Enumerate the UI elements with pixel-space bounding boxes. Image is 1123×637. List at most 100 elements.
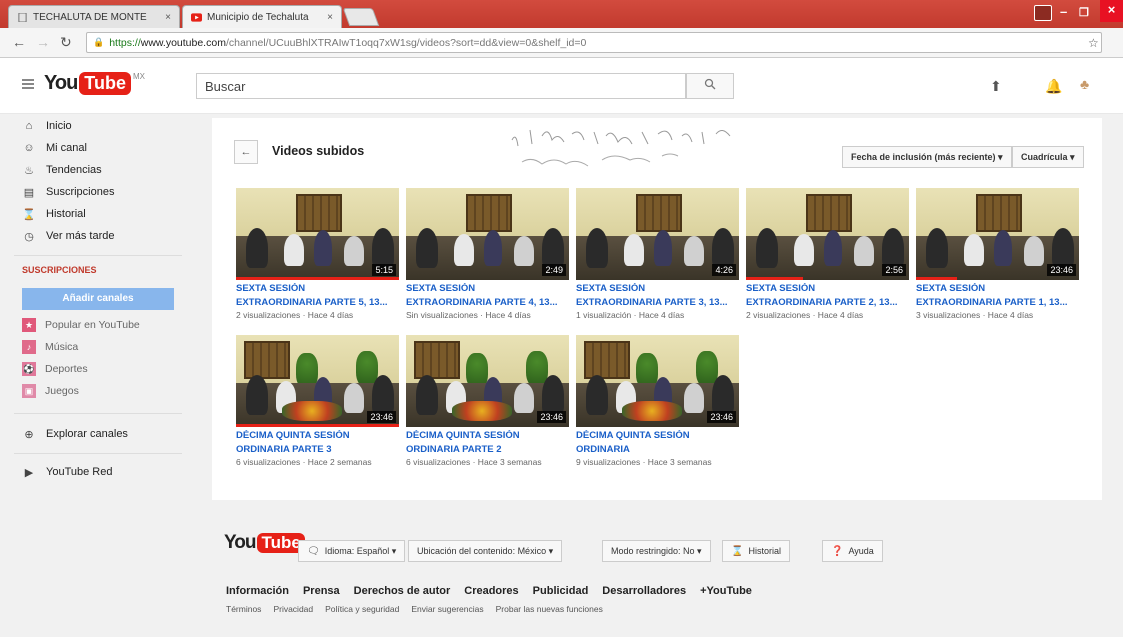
sidebar-divider — [14, 255, 182, 256]
video-title-line1[interactable]: SEXTA SESIÓN — [576, 283, 739, 294]
search-button[interactable] — [686, 73, 734, 99]
video-title-line2[interactable]: EXTRAORDINARIA PARTE 5, 13... — [236, 297, 399, 308]
video-card[interactable]: 23:46 SEXTA SESIÓN EXTRAORDINARIA PARTE … — [916, 188, 1079, 320]
footer-link[interactable]: Prensa — [303, 585, 340, 597]
help-button[interactable]: ❓ Ayuda — [822, 540, 883, 562]
upload-icon[interactable]: ⬆ — [990, 78, 1002, 95]
sidebar-item-suscripciones[interactable]: ▤ Suscripciones — [22, 183, 115, 201]
sidebar-item-ver-mas-tarde[interactable]: ◷ Ver más tarde — [22, 227, 114, 245]
sort-dropdown[interactable]: Fecha de inclusión (más reciente) ▾ — [842, 146, 1012, 168]
video-card[interactable]: 5:15 SEXTA SESIÓN EXTRAORDINARIA PARTE 5… — [236, 188, 399, 320]
restricted-mode-button[interactable]: Modo restringido: No ▾ — [602, 540, 711, 562]
search-icon — [704, 78, 716, 90]
video-title-line1[interactable]: SEXTA SESIÓN — [406, 283, 569, 294]
sidebar-sub-deportes[interactable]: ⚽ Deportes — [22, 360, 88, 378]
video-thumbnail[interactable]: 2:49 — [406, 188, 569, 280]
logo-region: MX — [132, 72, 145, 81]
video-thumbnail[interactable]: 2:56 — [746, 188, 909, 280]
sidebar-item-inicio[interactable]: ⌂ Inicio — [22, 117, 72, 135]
video-thumbnail[interactable]: 23:46 — [236, 335, 399, 427]
sidebar-item-youtube-red[interactable]: ▶ YouTube Red — [22, 463, 113, 481]
browser-tab-bar: TECHALUTA DE MONTE × Municipio de Techal… — [0, 0, 1123, 28]
browser-tab-active[interactable]: Municipio de Techaluta × — [182, 5, 342, 28]
youtube-logo[interactable]: You Tube MX — [44, 72, 145, 95]
menu-icon[interactable] — [22, 79, 34, 89]
sidebar-divider — [14, 413, 182, 414]
footer-youtube-logo[interactable]: You Tube — [224, 532, 305, 554]
view-dropdown[interactable]: Cuadrícula ▾ — [1012, 146, 1084, 168]
location-button[interactable]: Ubicación del contenido: México ▾ — [408, 540, 563, 562]
sidebar-item-mi-canal[interactable]: ☺ Mi canal — [22, 139, 87, 157]
back-arrow-icon[interactable]: ← — [12, 34, 26, 50]
close-window-button[interactable]: × — [1100, 0, 1123, 22]
video-card[interactable]: 2:49 SEXTA SESIÓN EXTRAORDINARIA PARTE 4… — [406, 188, 569, 320]
bookmark-star-icon[interactable]: ☆ — [1088, 36, 1099, 50]
video-card[interactable]: 23:46 DÉCIMA QUINTA SESIÓN ORDINARIA 9 v… — [576, 335, 739, 467]
sidebar-sub-juegos[interactable]: ▣ Juegos — [22, 382, 79, 400]
sidebar-sub-popular[interactable]: ★ Popular en YouTube — [22, 316, 140, 334]
url-field[interactable]: 🔒 https:// www.youtube.com /channel/UCuu… — [86, 32, 1102, 53]
bell-icon[interactable]: 🔔 — [1045, 78, 1062, 95]
video-title-line1[interactable]: SEXTA SESIÓN — [236, 283, 399, 294]
sidebar-item-tendencias[interactable]: ♨ Tendencias — [22, 161, 102, 179]
footer-link-small[interactable]: Política y seguridad — [325, 604, 399, 614]
close-tab-icon[interactable]: × — [165, 12, 171, 23]
footer-secondary-links: Términos Privacidad Política y seguridad… — [226, 604, 615, 614]
video-thumbnail[interactable]: 23:46 — [576, 335, 739, 427]
footer-link[interactable]: Información — [226, 585, 289, 597]
footer-link[interactable]: Desarrolladores — [602, 585, 686, 597]
video-title-line2[interactable]: EXTRAORDINARIA PARTE 1, 13... — [916, 297, 1079, 308]
video-title-line2[interactable]: ORDINARIA PARTE 3 — [236, 444, 399, 455]
footer-link[interactable]: Derechos de autor — [354, 585, 451, 597]
footer-link-small[interactable]: Probar las nuevas funciones — [496, 604, 603, 614]
video-thumbnail[interactable]: 4:26 — [576, 188, 739, 280]
language-button[interactable]: 🗨 Idioma: Español ▾ — [298, 540, 406, 562]
video-title-line2[interactable]: ORDINARIA PARTE 2 — [406, 444, 569, 455]
video-title-line2[interactable]: EXTRAORDINARIA PARTE 2, 13... — [746, 297, 909, 308]
search-input[interactable]: Buscar — [196, 73, 686, 99]
video-title-line2[interactable]: EXTRAORDINARIA PARTE 3, 13... — [576, 297, 739, 308]
video-title-line1[interactable]: SEXTA SESIÓN — [746, 283, 909, 294]
footer-link-small[interactable]: Enviar sugerencias — [411, 604, 483, 614]
video-title-line2[interactable]: ORDINARIA — [576, 444, 739, 455]
video-duration: 2:49 — [542, 264, 566, 276]
video-card[interactable]: 2:56 SEXTA SESIÓN EXTRAORDINARIA PARTE 2… — [746, 188, 909, 320]
video-title-line1[interactable]: DÉCIMA QUINTA SESIÓN — [236, 430, 399, 441]
video-thumbnail[interactable]: 23:46 — [916, 188, 1079, 280]
browser-tab[interactable]: TECHALUTA DE MONTE × — [8, 5, 180, 28]
sidebar-item-explorar-canales[interactable]: ⊕ Explorar canales — [22, 425, 128, 443]
video-thumbnail[interactable]: 5:15 — [236, 188, 399, 280]
video-meta: Sin visualizaciones · Hace 4 días — [406, 310, 531, 320]
youtube-header: You Tube MX Buscar ⬆ 🔔 ♣ — [0, 58, 1123, 114]
profile-icon[interactable] — [1034, 5, 1052, 21]
minimize-button[interactable]: – — [1060, 4, 1067, 19]
video-card[interactable]: 4:26 SEXTA SESIÓN EXTRAORDINARIA PARTE 3… — [576, 188, 739, 320]
footer-link-small[interactable]: Términos — [226, 604, 261, 614]
sidebar-item-historial[interactable]: ⌛ Historial — [22, 205, 86, 223]
video-title-line2[interactable]: EXTRAORDINARIA PARTE 4, 13... — [406, 297, 569, 308]
sidebar-sub-musica[interactable]: ♪ Música — [22, 338, 78, 356]
footer-link-small[interactable]: Privacidad — [273, 604, 313, 614]
reload-icon[interactable]: ↻ — [60, 34, 72, 51]
history-button[interactable]: ⌛ Historial — [722, 540, 790, 562]
video-card[interactable]: 23:46 DÉCIMA QUINTA SESIÓN ORDINARIA PAR… — [406, 335, 569, 467]
footer-link[interactable]: +YouTube — [700, 585, 752, 597]
video-meta: 6 visualizaciones · Hace 2 semanas — [236, 457, 372, 467]
footer-link[interactable]: Creadores — [464, 585, 518, 597]
close-tab-icon[interactable]: × — [327, 12, 333, 23]
forward-arrow-icon[interactable]: → — [36, 34, 50, 50]
video-title-line1[interactable]: SEXTA SESIÓN — [916, 283, 1079, 294]
video-title-line1[interactable]: DÉCIMA QUINTA SESIÓN — [576, 430, 739, 441]
watch-progress-bar — [236, 277, 399, 280]
footer-link[interactable]: Publicidad — [533, 585, 589, 597]
sidebar-item-label: Explorar canales — [46, 428, 128, 440]
user-icon: ☺ — [23, 142, 35, 154]
new-tab-button[interactable] — [342, 8, 380, 26]
avatar[interactable]: ♣ — [1080, 76, 1098, 96]
video-title-line1[interactable]: DÉCIMA QUINTA SESIÓN — [406, 430, 569, 441]
back-button[interactable]: ← — [234, 140, 258, 164]
maximize-button[interactable]: ❐ — [1079, 6, 1089, 19]
video-thumbnail[interactable]: 23:46 — [406, 335, 569, 427]
add-channels-button[interactable]: Añadir canales — [22, 288, 174, 310]
video-card[interactable]: 23:46 DÉCIMA QUINTA SESIÓN ORDINARIA PAR… — [236, 335, 399, 467]
